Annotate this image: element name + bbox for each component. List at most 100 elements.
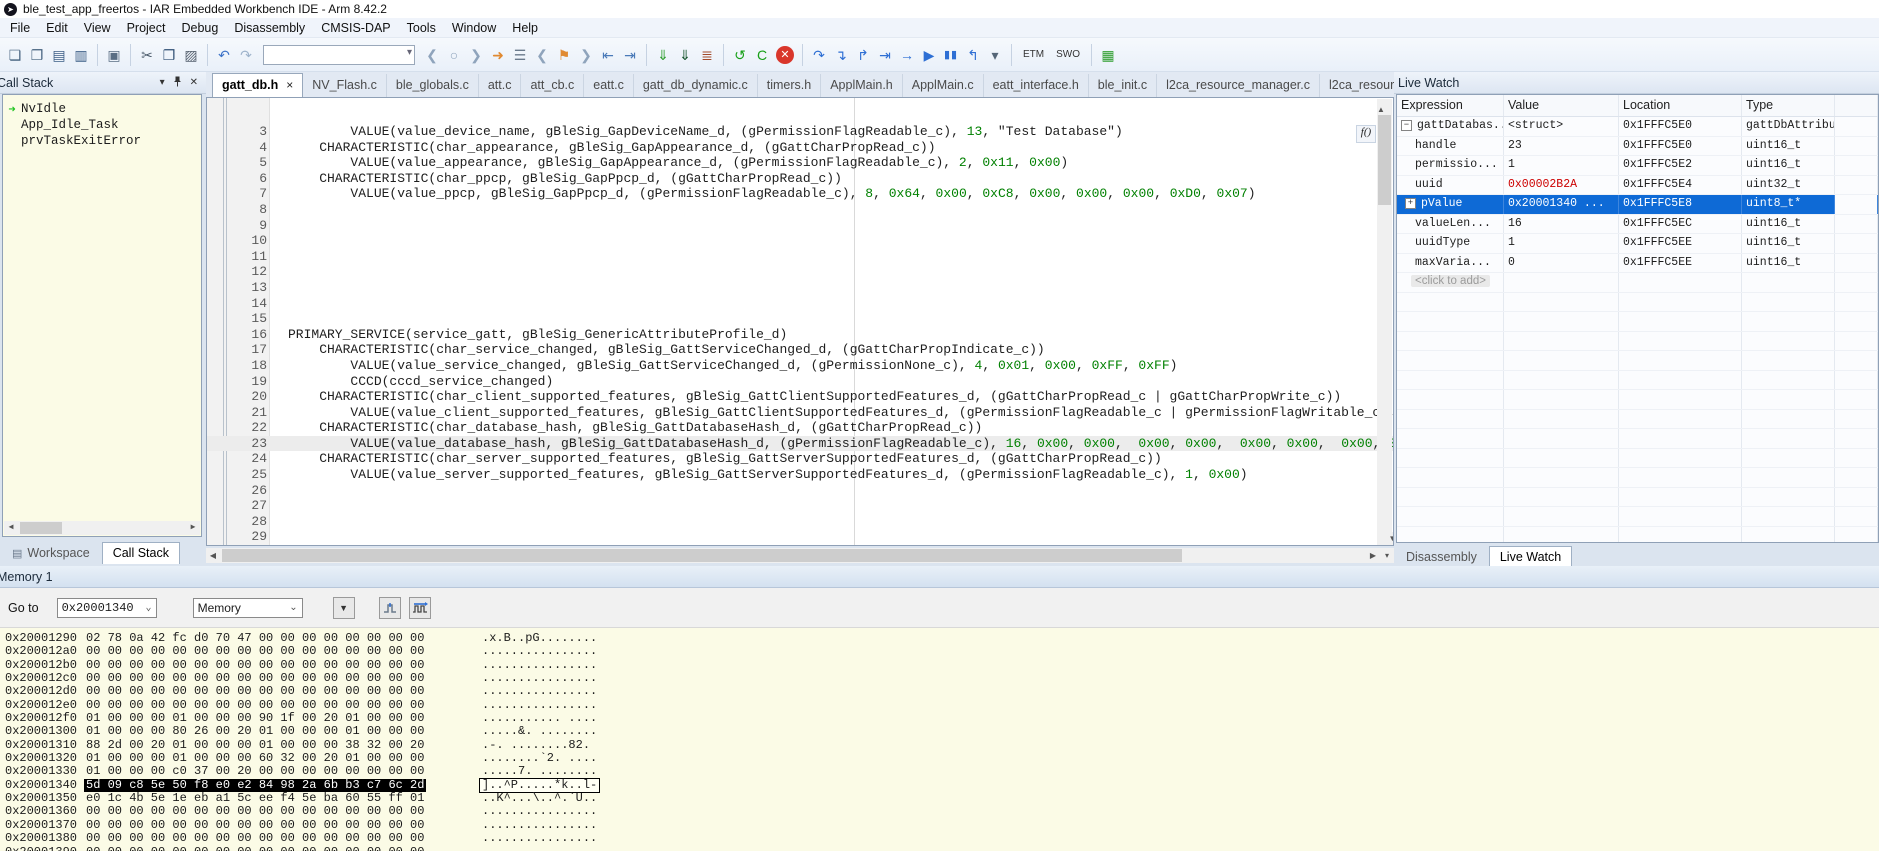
split-view-icon[interactable]: ▾ bbox=[1380, 549, 1394, 563]
save-icon[interactable]: ▤ bbox=[49, 44, 69, 66]
undo-icon[interactable]: ↶ bbox=[214, 44, 234, 66]
watch-row-uuid[interactable]: uuid0x00002B2A0x1FFFC5E4uint32_t bbox=[1397, 176, 1878, 196]
watch-row-gattDatabas-[interactable]: −gattDatabas...<struct>0x1FFFC5E0gattDbA… bbox=[1397, 117, 1878, 137]
stop-debugging-icon[interactable]: ✕ bbox=[776, 46, 794, 64]
memory-row[interactable]: 0x2000131088 2d 00 20 01 00 00 00 01 00 … bbox=[0, 739, 1879, 752]
code-line[interactable]: 28 bbox=[207, 514, 1393, 530]
menu-view[interactable]: View bbox=[76, 19, 119, 37]
column-header-type[interactable]: Type bbox=[1742, 95, 1835, 116]
column-header-value[interactable]: Value bbox=[1504, 95, 1619, 116]
code-line[interactable]: 25 VALUE(value_server_supported_features… bbox=[207, 467, 1393, 483]
scroll-right-icon[interactable]: ▶ bbox=[1366, 549, 1380, 563]
watch-add-cell[interactable]: <click to add> bbox=[1397, 273, 1504, 292]
editor-tab-gatt-db-h[interactable]: gatt_db.h× bbox=[212, 73, 303, 97]
memory-view-combo[interactable]: Memory ⌄ bbox=[193, 598, 303, 618]
watch-row-uuidType[interactable]: uuidType10x1FFFC5EEuint16_t bbox=[1397, 234, 1878, 254]
break-icon[interactable]: ▮▮ bbox=[941, 44, 961, 66]
tab-call-stack[interactable]: Call Stack bbox=[102, 542, 180, 564]
code-line[interactable]: 3 VALUE(value_device_name, gBleSig_GapDe… bbox=[207, 124, 1393, 140]
close-icon[interactable]: ✕ bbox=[190, 77, 198, 88]
live-update-icon[interactable] bbox=[409, 597, 431, 619]
watch-row-handle[interactable]: handle230x1FFFC5E0uint16_t bbox=[1397, 137, 1878, 157]
code-line[interactable]: 12 bbox=[207, 264, 1393, 280]
code-line[interactable]: 19 CCCD(cccd_service_changed) bbox=[207, 374, 1393, 390]
goto-icon[interactable]: ➜ bbox=[488, 44, 508, 66]
code-line[interactable]: 4 CHARACTERISTIC(char_appearance, gBleSi… bbox=[207, 140, 1393, 156]
step-into-icon[interactable]: ↴ bbox=[831, 44, 851, 66]
reset-options-arrow-icon[interactable]: ▾ bbox=[985, 44, 1005, 66]
debug-log-icon[interactable]: ≣ bbox=[697, 44, 717, 66]
watch-row-pValue[interactable]: +pValue0x20001340 ...0x1FFFC5E8uint8_t* bbox=[1397, 195, 1878, 215]
menu-help[interactable]: Help bbox=[504, 19, 546, 37]
menu-window[interactable]: Window bbox=[444, 19, 504, 37]
call-stack-frame[interactable]: App_Idle_Task bbox=[3, 117, 201, 133]
copy-icon[interactable]: ❐ bbox=[159, 44, 179, 66]
editor-tab-gatt-db-dynamic-c[interactable]: gatt_db_dynamic.c bbox=[634, 74, 758, 97]
nav-backward-icon[interactable]: ❮ bbox=[422, 44, 442, 66]
paste-icon[interactable]: ▨ bbox=[181, 44, 201, 66]
watch-row-maxVaria-[interactable]: maxVaria...00x1FFFC5EEuint16_t bbox=[1397, 254, 1878, 274]
editor-tab-timers-h[interactable]: timers.h bbox=[758, 74, 821, 97]
scroll-left-icon[interactable]: ◀ bbox=[4, 521, 18, 535]
pin-icon[interactable] bbox=[173, 76, 182, 90]
memory-row[interactable]: 0x2000130001 00 00 00 80 26 00 20 01 00 … bbox=[0, 725, 1879, 738]
code-line[interactable]: 8 bbox=[207, 202, 1393, 218]
call-stack-frame[interactable]: prvTaskExitError bbox=[3, 133, 201, 149]
code-line[interactable]: 11 bbox=[207, 249, 1393, 265]
code-line[interactable]: 10 bbox=[207, 233, 1393, 249]
memory-row[interactable]: 0x2000132001 00 00 00 01 00 00 00 60 32 … bbox=[0, 752, 1879, 765]
editor-tab-ble-globals-c[interactable]: ble_globals.c bbox=[387, 74, 479, 97]
etm-button[interactable]: ETM bbox=[1018, 45, 1049, 64]
download-and-debug-icon[interactable]: ⇓ bbox=[675, 44, 695, 66]
next-bookmark-icon[interactable]: ❯ bbox=[576, 44, 596, 66]
menu-cmsis-dap[interactable]: CMSIS-DAP bbox=[313, 19, 398, 37]
prev-function-icon[interactable]: ⇤ bbox=[598, 44, 618, 66]
code-line[interactable]: 18 VALUE(value_service_changed, gBleSig_… bbox=[207, 358, 1393, 374]
nav-forward-icon[interactable]: ❯ bbox=[466, 44, 486, 66]
editor-tab-att-cb-c[interactable]: att_cb.c bbox=[521, 74, 584, 97]
chevron-down-icon[interactable]: ▾ bbox=[160, 77, 165, 88]
chevron-down-icon[interactable]: ⌄ bbox=[289, 602, 297, 613]
code-line[interactable]: 16PRIMARY_SERVICE(service_gatt, gBleSig_… bbox=[207, 327, 1393, 343]
scroll-left-icon[interactable]: ◀ bbox=[206, 549, 220, 563]
editor-tab-l2ca-resource-manager-c[interactable]: l2ca_resource_manager.c bbox=[1157, 74, 1320, 97]
code-line[interactable]: 7 VALUE(value_ppcp, gBleSig_GapPpcp_d, (… bbox=[207, 186, 1393, 202]
quick-search-combo[interactable]: ▾ bbox=[263, 45, 415, 65]
menu-tools[interactable]: Tools bbox=[399, 19, 444, 37]
scroll-right-icon[interactable]: ▶ bbox=[186, 521, 200, 535]
chevron-down-icon[interactable]: ⌄ bbox=[146, 602, 152, 614]
code-line[interactable]: 17 CHARACTERISTIC(char_service_changed, … bbox=[207, 342, 1393, 358]
editor-tab-eatt-c[interactable]: eatt.c bbox=[584, 74, 634, 97]
editor-tab-applmain-h[interactable]: ApplMain.h bbox=[821, 74, 903, 97]
cut-icon[interactable]: ✂ bbox=[137, 44, 157, 66]
editor-tab-eatt-interface-h[interactable]: eatt_interface.h bbox=[984, 74, 1089, 97]
memory-row[interactable]: 0x2000139000 00 00 00 00 00 00 00 00 00 … bbox=[0, 846, 1879, 851]
run-to-cursor-icon[interactable]: → bbox=[897, 44, 917, 66]
menu-disassembly[interactable]: Disassembly bbox=[226, 19, 313, 37]
code-line[interactable]: 20 CHARACTERISTIC(char_client_supported_… bbox=[207, 389, 1393, 405]
memory-row[interactable]: 0x200012b000 00 00 00 00 00 00 00 00 00 … bbox=[0, 659, 1879, 672]
chevron-down-icon[interactable]: ▾ bbox=[407, 47, 412, 58]
code-line[interactable]: 5 VALUE(value_appearance, gBleSig_GapApp… bbox=[207, 155, 1393, 171]
freeze-display-icon[interactable] bbox=[379, 597, 401, 619]
expand-icon[interactable]: + bbox=[1405, 198, 1416, 209]
step-out-icon[interactable]: ↱ bbox=[853, 44, 873, 66]
next-function-icon[interactable]: ⇥ bbox=[620, 44, 640, 66]
code-line[interactable]: 26 bbox=[207, 483, 1393, 499]
go-icon[interactable]: ▶ bbox=[919, 44, 939, 66]
code-line[interactable]: 27 bbox=[207, 498, 1393, 514]
menu-debug[interactable]: Debug bbox=[173, 19, 226, 37]
browse-symbol-icon[interactable]: ○ bbox=[444, 44, 464, 66]
code-line[interactable]: 29 bbox=[207, 529, 1393, 545]
cspy-go-icon[interactable]: C bbox=[752, 44, 772, 66]
code-line[interactable]: 24 CHARACTERISTIC(char_server_supported_… bbox=[207, 451, 1393, 467]
memory-hex-dump[interactable]: 0x2000129002 78 0a 42 fc d0 70 47 00 00 … bbox=[0, 628, 1879, 851]
memory-row[interactable]: 0x200012a000 00 00 00 00 00 00 00 00 00 … bbox=[0, 645, 1879, 658]
editor-tab-ble-init-c[interactable]: ble_init.c bbox=[1089, 74, 1157, 97]
memory-row[interactable]: 0x2000137000 00 00 00 00 00 00 00 00 00 … bbox=[0, 819, 1879, 832]
goto-function-button[interactable]: f() bbox=[1356, 125, 1376, 143]
code-line[interactable]: 23 VALUE(value_database_hash, gBleSig_Ga… bbox=[207, 436, 1393, 452]
print-icon[interactable]: ▣ bbox=[104, 44, 124, 66]
memory-row[interactable]: 0x200012e000 00 00 00 00 00 00 00 00 00 … bbox=[0, 699, 1879, 712]
step-over-icon[interactable]: ↷ bbox=[809, 44, 829, 66]
